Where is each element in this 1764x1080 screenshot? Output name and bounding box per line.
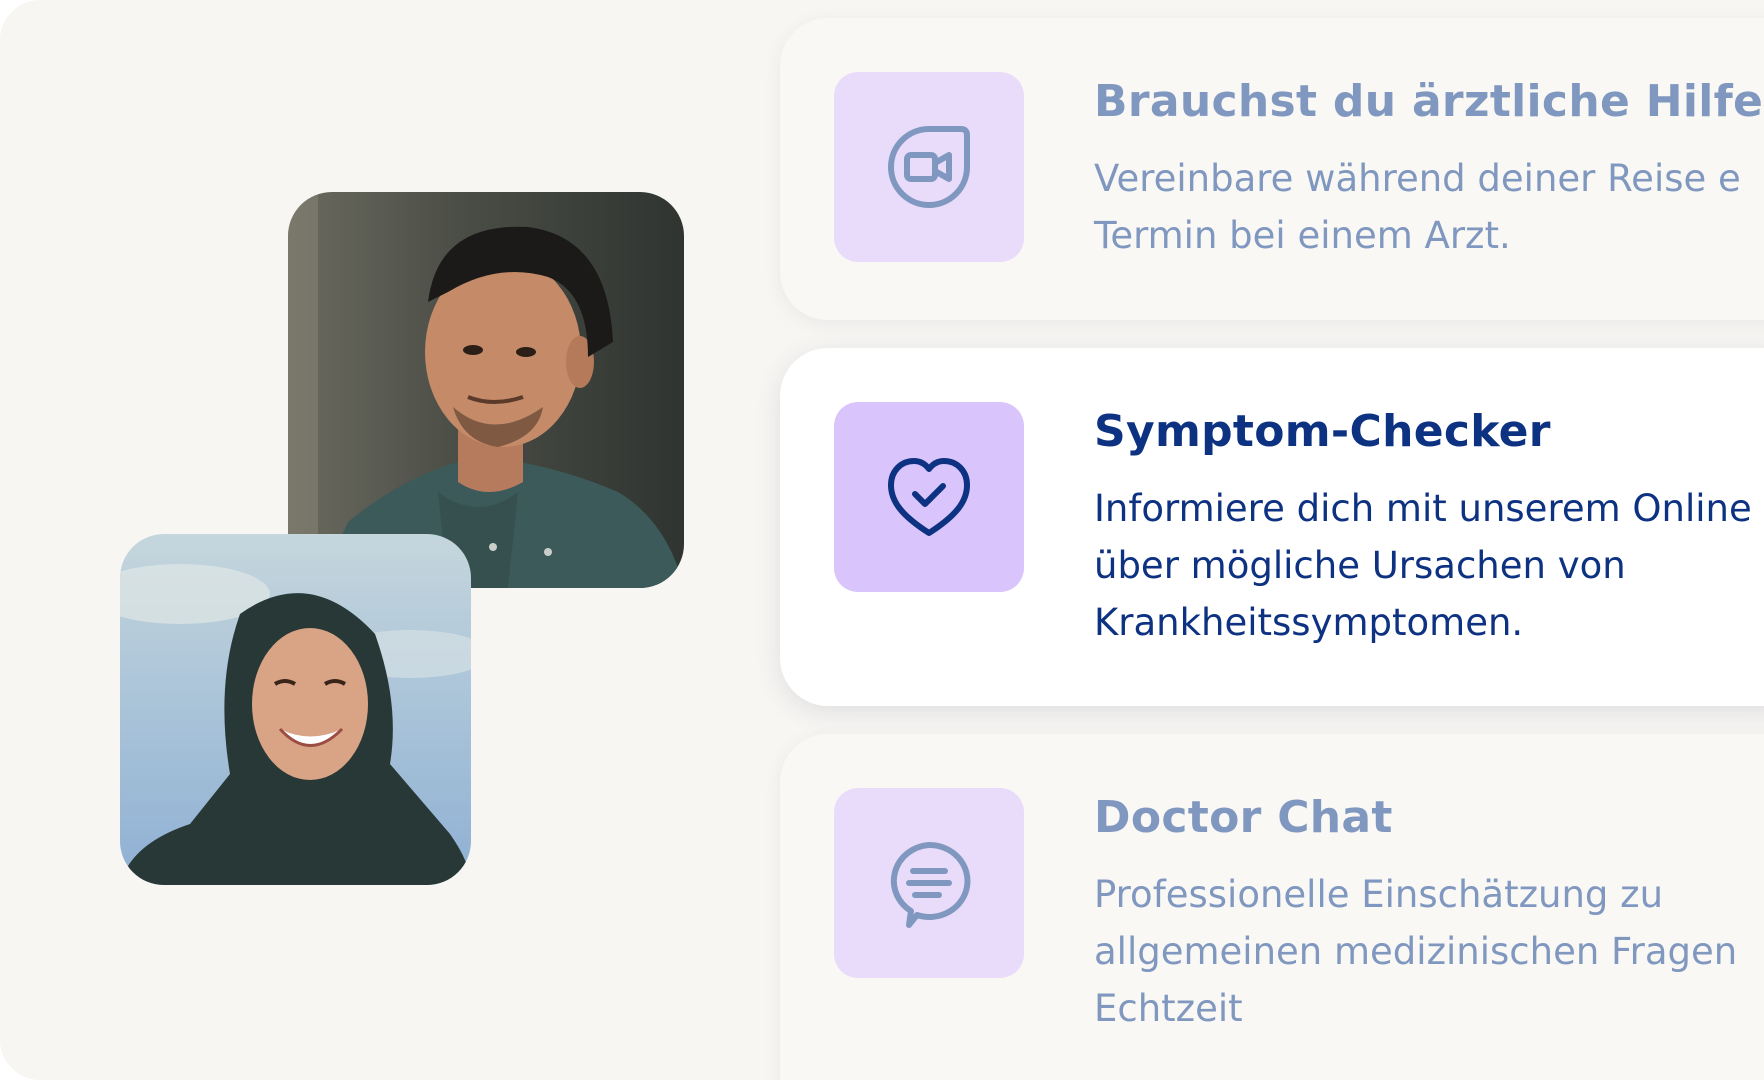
feature-card-doctor-appointment[interactable]: Brauchst du ärztliche Hilfe? Vereinbare … (780, 18, 1764, 320)
icon-tile (834, 402, 1024, 592)
icon-tile (834, 72, 1024, 262)
card-title: Brauchst du ärztliche Hilfe? (1094, 76, 1764, 127)
feature-card-doctor-chat[interactable]: Doctor Chat Professionelle Einschätzung … (780, 734, 1764, 1080)
feature-card-symptom-checker[interactable]: Symptom-Checker Informiere dich mit unse… (780, 348, 1764, 706)
doctor-photo-man (288, 192, 684, 588)
card-title: Symptom-Checker (1094, 406, 1551, 457)
heart-check-icon (888, 458, 970, 536)
doctor-photo-woman (120, 534, 471, 885)
card-description: Informiere dich mit unserem Online über … (1094, 487, 1752, 644)
icon-tile (834, 788, 1024, 978)
video-call-icon (888, 126, 970, 208)
card-title: Doctor Chat (1094, 792, 1393, 843)
card-description: Professionelle Einschätzung zu allgemein… (1094, 873, 1738, 1030)
chat-bubble-icon (890, 841, 971, 928)
feature-panel: Brauchst du ärztliche Hilfe? Vereinbare … (0, 0, 1764, 1080)
card-description: Vereinbare während deiner Reise e Termin… (1094, 157, 1741, 257)
